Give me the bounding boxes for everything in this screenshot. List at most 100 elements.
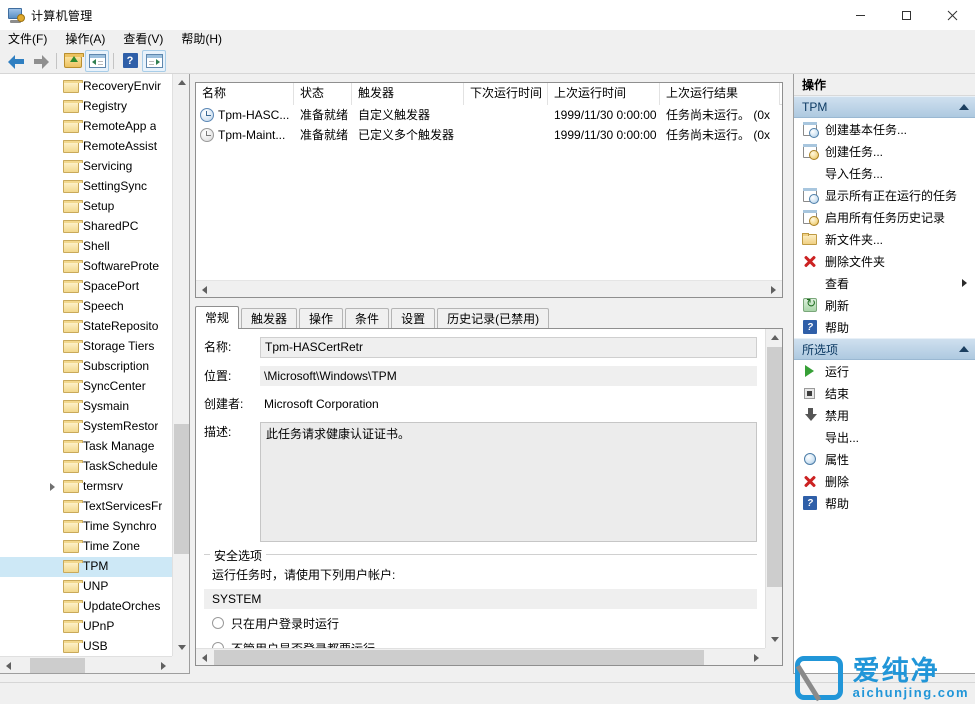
tree-item-textservicesfr[interactable]: TextServicesFr [0,497,172,517]
action-delete-folder[interactable]: 删除文件夹 [794,250,975,272]
back-button[interactable] [4,50,28,72]
tree-item-spaceport[interactable]: SpacePort [0,277,172,297]
tree-item-servicing[interactable]: Servicing [0,157,172,177]
tab-1[interactable]: 触发器 [241,308,297,329]
action-disable[interactable]: 禁用 [794,404,975,426]
detail-hscroll-thumb[interactable] [214,650,704,665]
show-hide-action-pane-button[interactable] [142,50,166,72]
table-row[interactable]: Tpm-Maint...准备就绪已定义多个触发器1999/11/30 0:00:… [196,125,782,145]
task-column-header[interactable]: 上次运行时间 [548,83,660,105]
radio-run-whether-logged-on-or-not[interactable]: 不管用户是否登录都要运行 [204,637,757,648]
list-scroll-left-button[interactable] [196,281,213,298]
action-end[interactable]: 结束 [794,382,975,404]
tree-item-storage-tiers[interactable]: Storage Tiers [0,337,172,357]
task-column-header[interactable]: 下次运行时间 [464,83,548,105]
tree-item-registry[interactable]: Registry [0,97,172,117]
tree-item-synccenter[interactable]: SyncCenter [0,377,172,397]
maximize-button[interactable] [883,0,929,30]
task-column-header[interactable]: 触发器 [352,83,464,105]
action-properties[interactable]: 属性 [794,448,975,470]
detail-vscroll-thumb[interactable] [767,347,782,587]
tree-item-time-zone[interactable]: Time Zone [0,537,172,557]
action-run[interactable]: 运行 [794,360,975,382]
tree-item-remoteapp-a[interactable]: RemoteApp a [0,117,172,137]
help-button[interactable]: ? [118,50,142,72]
tab-2[interactable]: 操作 [299,308,343,329]
table-row[interactable]: Tpm-HASC...准备就绪自定义触发器1999/11/30 0:00:00任… [196,105,782,125]
tab-3[interactable]: 条件 [345,308,389,329]
tree-item-termsrv[interactable]: termsrv [0,477,172,497]
tree-item-settingsync[interactable]: SettingSync [0,177,172,197]
tree-horizontal-scrollbar[interactable] [0,656,172,673]
tree-scroll-down-button[interactable] [173,639,190,656]
tree-item-unp[interactable]: UNP [0,577,172,597]
tree-item-updateorches[interactable]: UpdateOrches [0,597,172,617]
chevron-right-icon[interactable] [50,483,55,491]
task-column-header[interactable]: 上次运行结果 [660,83,780,105]
tree-item-tpm[interactable]: TPM [0,557,172,577]
action-new-folder[interactable]: 新文件夹... [794,228,975,250]
tab-0[interactable]: 常规 [195,306,239,329]
menu-help[interactable]: 帮助(H) [181,30,231,48]
tree-item-subscription[interactable]: Subscription [0,357,172,377]
tree-hscroll-thumb[interactable] [30,658,85,673]
show-hide-console-tree-button[interactable] [85,50,109,72]
action-display-running-tasks[interactable]: 显示所有正在运行的任务 [794,184,975,206]
action-create-task[interactable]: 创建任务... [794,140,975,162]
tree-item-setup[interactable]: Setup [0,197,172,217]
tree-scroll-up-button[interactable] [173,74,190,91]
tab-4[interactable]: 设置 [391,308,435,329]
close-button[interactable] [929,0,975,30]
action-help-selected[interactable]: ?帮助 [794,492,975,514]
tree-item-systemrestor[interactable]: SystemRestor [0,417,172,437]
tab-5[interactable]: 历史记录(已禁用) [437,308,549,329]
tree-vertical-scrollbar[interactable] [172,74,189,656]
tree-item-sharedpc[interactable]: SharedPC [0,217,172,237]
tree-item-sysmain[interactable]: Sysmain [0,397,172,417]
tree-item-task-manage[interactable]: Task Manage [0,437,172,457]
action-refresh[interactable]: 刷新 [794,294,975,316]
tree-item-speech[interactable]: Speech [0,297,172,317]
tree-item-recoveryenvir[interactable]: RecoveryEnvir [0,77,172,97]
tree-item-taskschedule[interactable]: TaskSchedule [0,457,172,477]
detail-scroll-right-button[interactable] [748,649,765,666]
chevron-up-icon[interactable] [959,346,969,352]
tree-item-shell[interactable]: Shell [0,237,172,257]
tree-item-softwareprote[interactable]: SoftwareProte [0,257,172,277]
detail-scroll-down-button[interactable] [766,631,783,648]
detail-scroll-up-button[interactable] [766,329,783,346]
list-scroll-right-button[interactable] [765,281,782,298]
tree-item-upnp[interactable]: UPnP [0,617,172,637]
action-import-task[interactable]: 导入任务... [794,162,975,184]
actions-group-tpm[interactable]: TPM [794,96,975,118]
chevron-up-icon[interactable] [959,104,969,110]
radio-run-only-when-logged-on[interactable]: 只在用户登录时运行 [204,612,757,634]
up-one-level-button[interactable] [61,50,85,72]
minimize-button[interactable] [837,0,883,30]
tree-item-time-synchro[interactable]: Time Synchro [0,517,172,537]
tree-item-remoteassist[interactable]: RemoteAssist [0,137,172,157]
description-value[interactable]: 此任务请求健康认证证书。 [260,422,757,542]
tree-item-usb[interactable]: USB [0,637,172,656]
detail-vertical-scrollbar[interactable] [765,329,782,648]
menu-action[interactable]: 操作(A) [65,30,114,48]
action-export[interactable]: 导出... [794,426,975,448]
forward-button[interactable] [28,50,52,72]
action-view[interactable]: 查看 [794,272,975,294]
detail-scroll-left-button[interactable] [196,649,213,666]
action-enable-all-task-history[interactable]: 启用所有任务历史记录 [794,206,975,228]
menu-file[interactable]: 文件(F) [8,30,56,48]
tree-item-statereposito[interactable]: StateReposito [0,317,172,337]
action-help[interactable]: ?帮助 [794,316,975,338]
task-list-horizontal-scrollbar[interactable] [196,280,782,297]
task-column-header[interactable]: 名称 [196,83,294,105]
detail-horizontal-scrollbar[interactable] [196,648,765,665]
menu-view[interactable]: 查看(V) [123,30,172,48]
name-value[interactable]: Tpm-HASCertRetr [260,337,757,358]
task-column-header[interactable]: 状态 [294,83,352,105]
action-delete[interactable]: 删除 [794,470,975,492]
actions-group-selected-item[interactable]: 所选项 [794,338,975,360]
tree-vscroll-thumb[interactable] [174,424,189,554]
action-create-basic-task[interactable]: 创建基本任务... [794,118,975,140]
tree-scroll-left-button[interactable] [0,657,17,674]
